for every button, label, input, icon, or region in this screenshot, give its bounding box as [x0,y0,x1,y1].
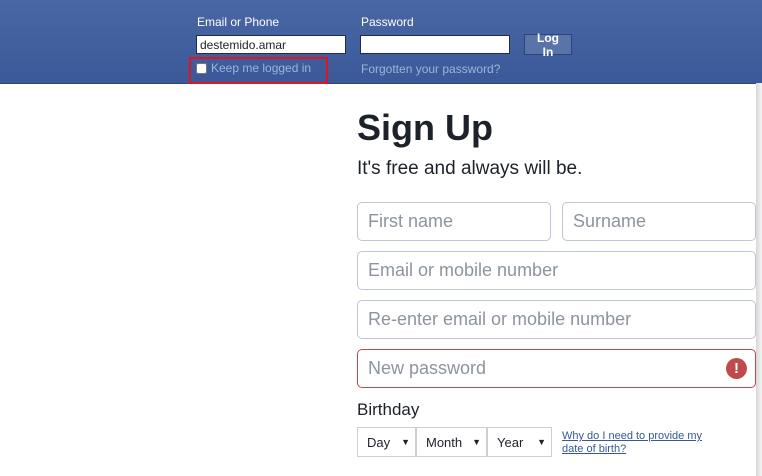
password-label: Password [361,15,414,29]
email-input[interactable] [196,35,346,54]
year-select[interactable]: Year ▼ [487,427,552,457]
top-bar: Email or Phone Password Log In Keep me l… [0,0,762,84]
new-password-field[interactable] [357,349,756,388]
first-name-field[interactable] [357,202,551,241]
email-field[interactable] [357,251,756,290]
password-input[interactable] [360,35,510,54]
surname-field[interactable] [562,202,756,241]
day-select-value: Day [367,434,391,450]
year-select-value: Year [497,434,524,450]
reenter-email-field[interactable] [357,300,756,339]
keep-logged-in-row[interactable]: Keep me logged in [196,61,311,75]
why-dob-link[interactable]: Why do I need to provide my date of birt… [562,430,712,456]
exclamation-circle-icon: ! [726,358,747,379]
signup-subtitle: It's free and always will be. [357,158,583,179]
chevron-down-icon: ▼ [472,437,481,447]
email-label: Email or Phone [197,15,280,29]
login-button[interactable]: Log In [524,31,572,59]
forgot-password-link[interactable]: Forgotten your password? [361,62,500,76]
keep-logged-in-label[interactable]: Keep me logged in [211,61,311,75]
signup-title: Sign Up [357,107,493,148]
month-select-value: Month [426,434,463,450]
day-select[interactable]: Day ▼ [357,427,416,457]
right-edge-shadow [756,83,762,476]
chevron-down-icon: ▼ [401,437,410,447]
chevron-down-icon: ▼ [537,437,546,447]
birthday-label: Birthday [357,400,420,419]
month-select[interactable]: Month ▼ [416,427,487,457]
keep-logged-in-checkbox[interactable] [196,62,207,74]
